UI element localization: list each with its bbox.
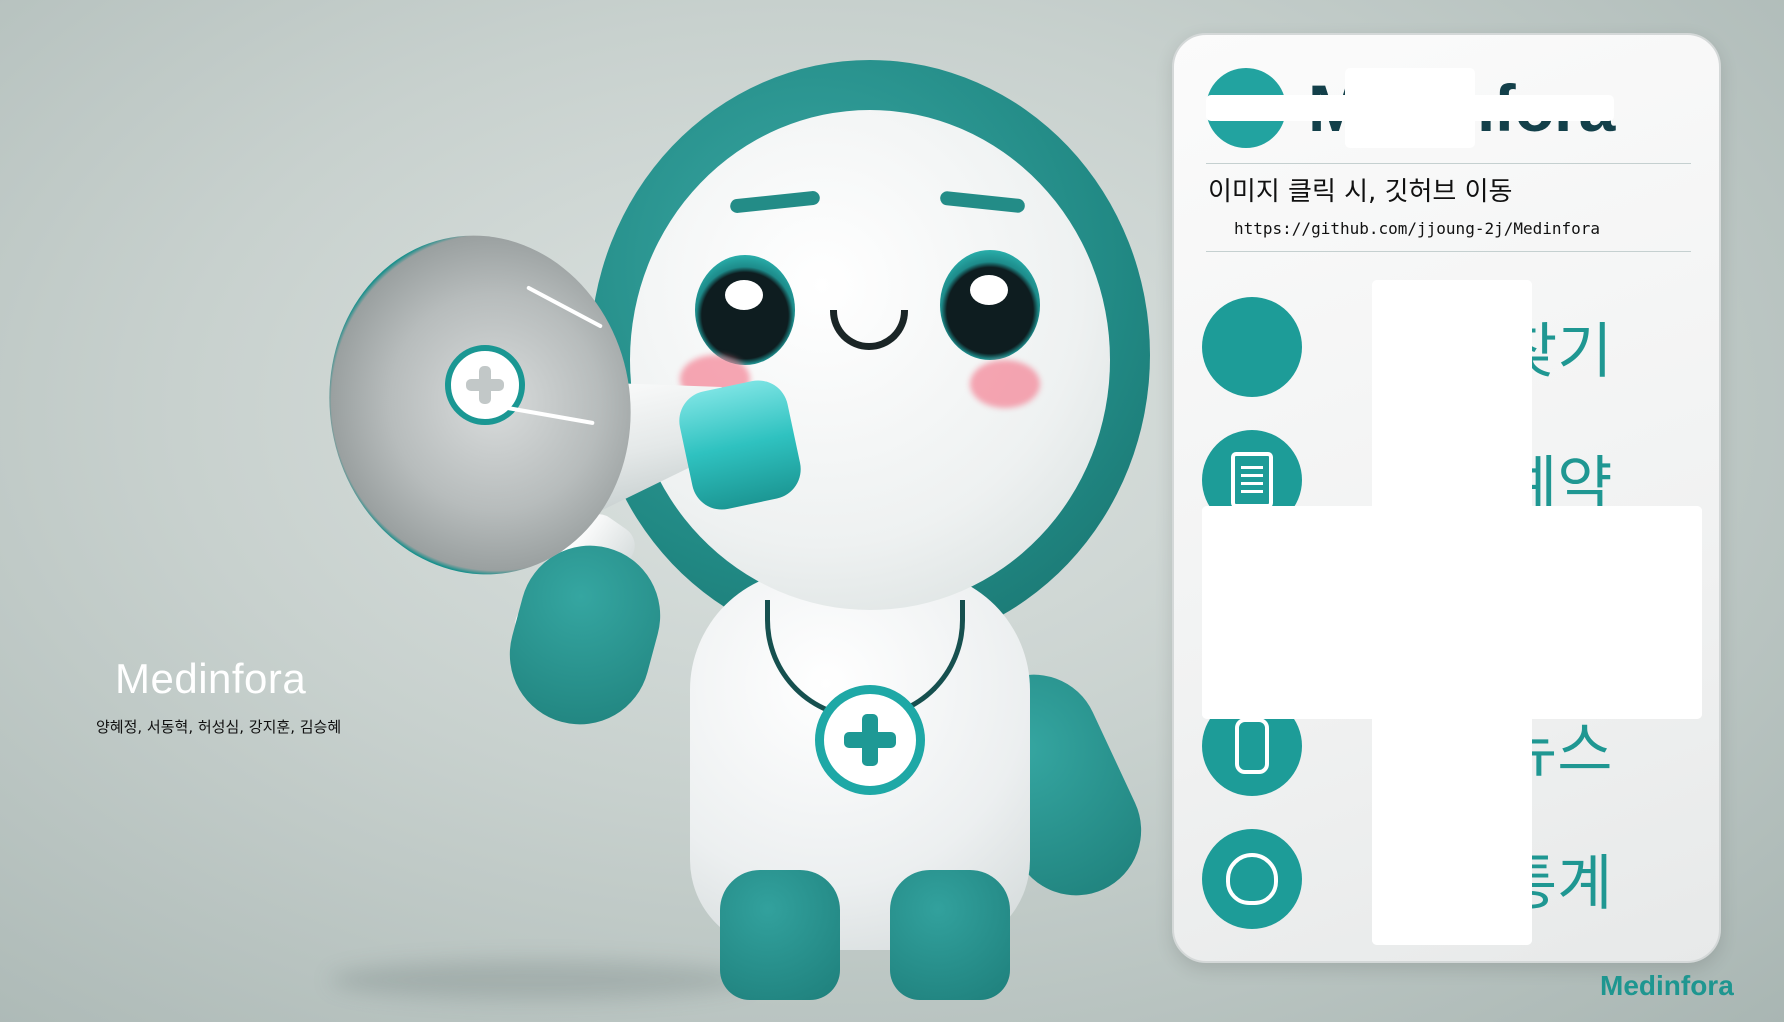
megaphone-cross-icon [445, 345, 525, 425]
divider [1206, 251, 1691, 252]
medical-cross-icon [1202, 296, 1302, 397]
brand-header[interactable]: Medinfora [1206, 68, 1615, 148]
pouch-icon [1202, 828, 1302, 929]
mascot-right-eye [940, 250, 1040, 360]
divider [1206, 163, 1691, 164]
team-members: 양혜정, 서동혁, 허성심, 강지훈, 김승혜 [96, 718, 342, 736]
mascot-left-eye [695, 255, 795, 365]
github-link[interactable]: https://github.com/jjoung-2j/Medinfora [1234, 219, 1600, 238]
mascot-right-leg [890, 870, 1010, 1000]
mascot-right-cheek [970, 360, 1040, 408]
menu-item-qna-community[interactable]: Q&A 커뮤니티 [1202, 546, 1702, 679]
menu-card[interactable]: Medinfora 이미지 클릭 시, 깃허브 이동 https://githu… [1172, 33, 1721, 963]
footer-brand: Medinfora [1600, 970, 1734, 1001]
github-notice: 이미지 클릭 시, 깃허브 이동 [1208, 177, 1513, 207]
medical-cross-logo-icon [1206, 68, 1286, 148]
mascot-left-leg [720, 870, 840, 1000]
menu-list: 병원찾기 진료예약 Q&A 커뮤니티 의료뉴스 의료통계 [1202, 280, 1702, 945]
medical-medal-icon [815, 685, 925, 795]
medical-cross-icon [1202, 562, 1302, 663]
caption-title: Medinfora [115, 655, 307, 702]
mascot-illustration [300, 40, 1200, 1020]
